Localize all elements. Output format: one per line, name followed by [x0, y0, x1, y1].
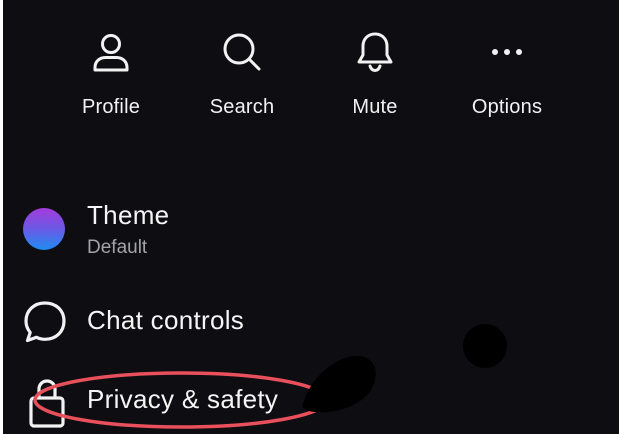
search-button[interactable]: Search [177, 24, 307, 124]
privacy-safety-row[interactable]: Privacy & safety [3, 370, 619, 434]
chat-settings-screen: Profile Search Mute Options Theme Defaul… [3, 0, 619, 434]
privacy-safety-title: Privacy & safety [87, 384, 279, 414]
theme-color-swatch [23, 208, 65, 250]
theme-title: Theme [87, 200, 170, 230]
theme-subtitle: Default [87, 237, 148, 258]
mute-label: Mute [352, 96, 398, 118]
mute-button[interactable]: Mute [310, 24, 440, 124]
speech-bubble-icon [24, 301, 66, 343]
bell-icon [357, 32, 393, 72]
chat-controls-row[interactable]: Chat controls [3, 296, 619, 350]
search-icon [223, 33, 261, 71]
options-label: Options [471, 96, 543, 118]
theme-row[interactable]: Theme Default [3, 196, 619, 266]
profile-button[interactable]: Profile [46, 24, 176, 124]
profile-label: Profile [81, 96, 141, 118]
person-icon [93, 34, 129, 72]
chat-controls-title: Chat controls [87, 305, 245, 335]
more-horizontal-icon [492, 49, 522, 55]
search-label: Search [209, 96, 275, 118]
lock-icon [29, 379, 65, 428]
options-button[interactable]: Options [442, 24, 572, 124]
